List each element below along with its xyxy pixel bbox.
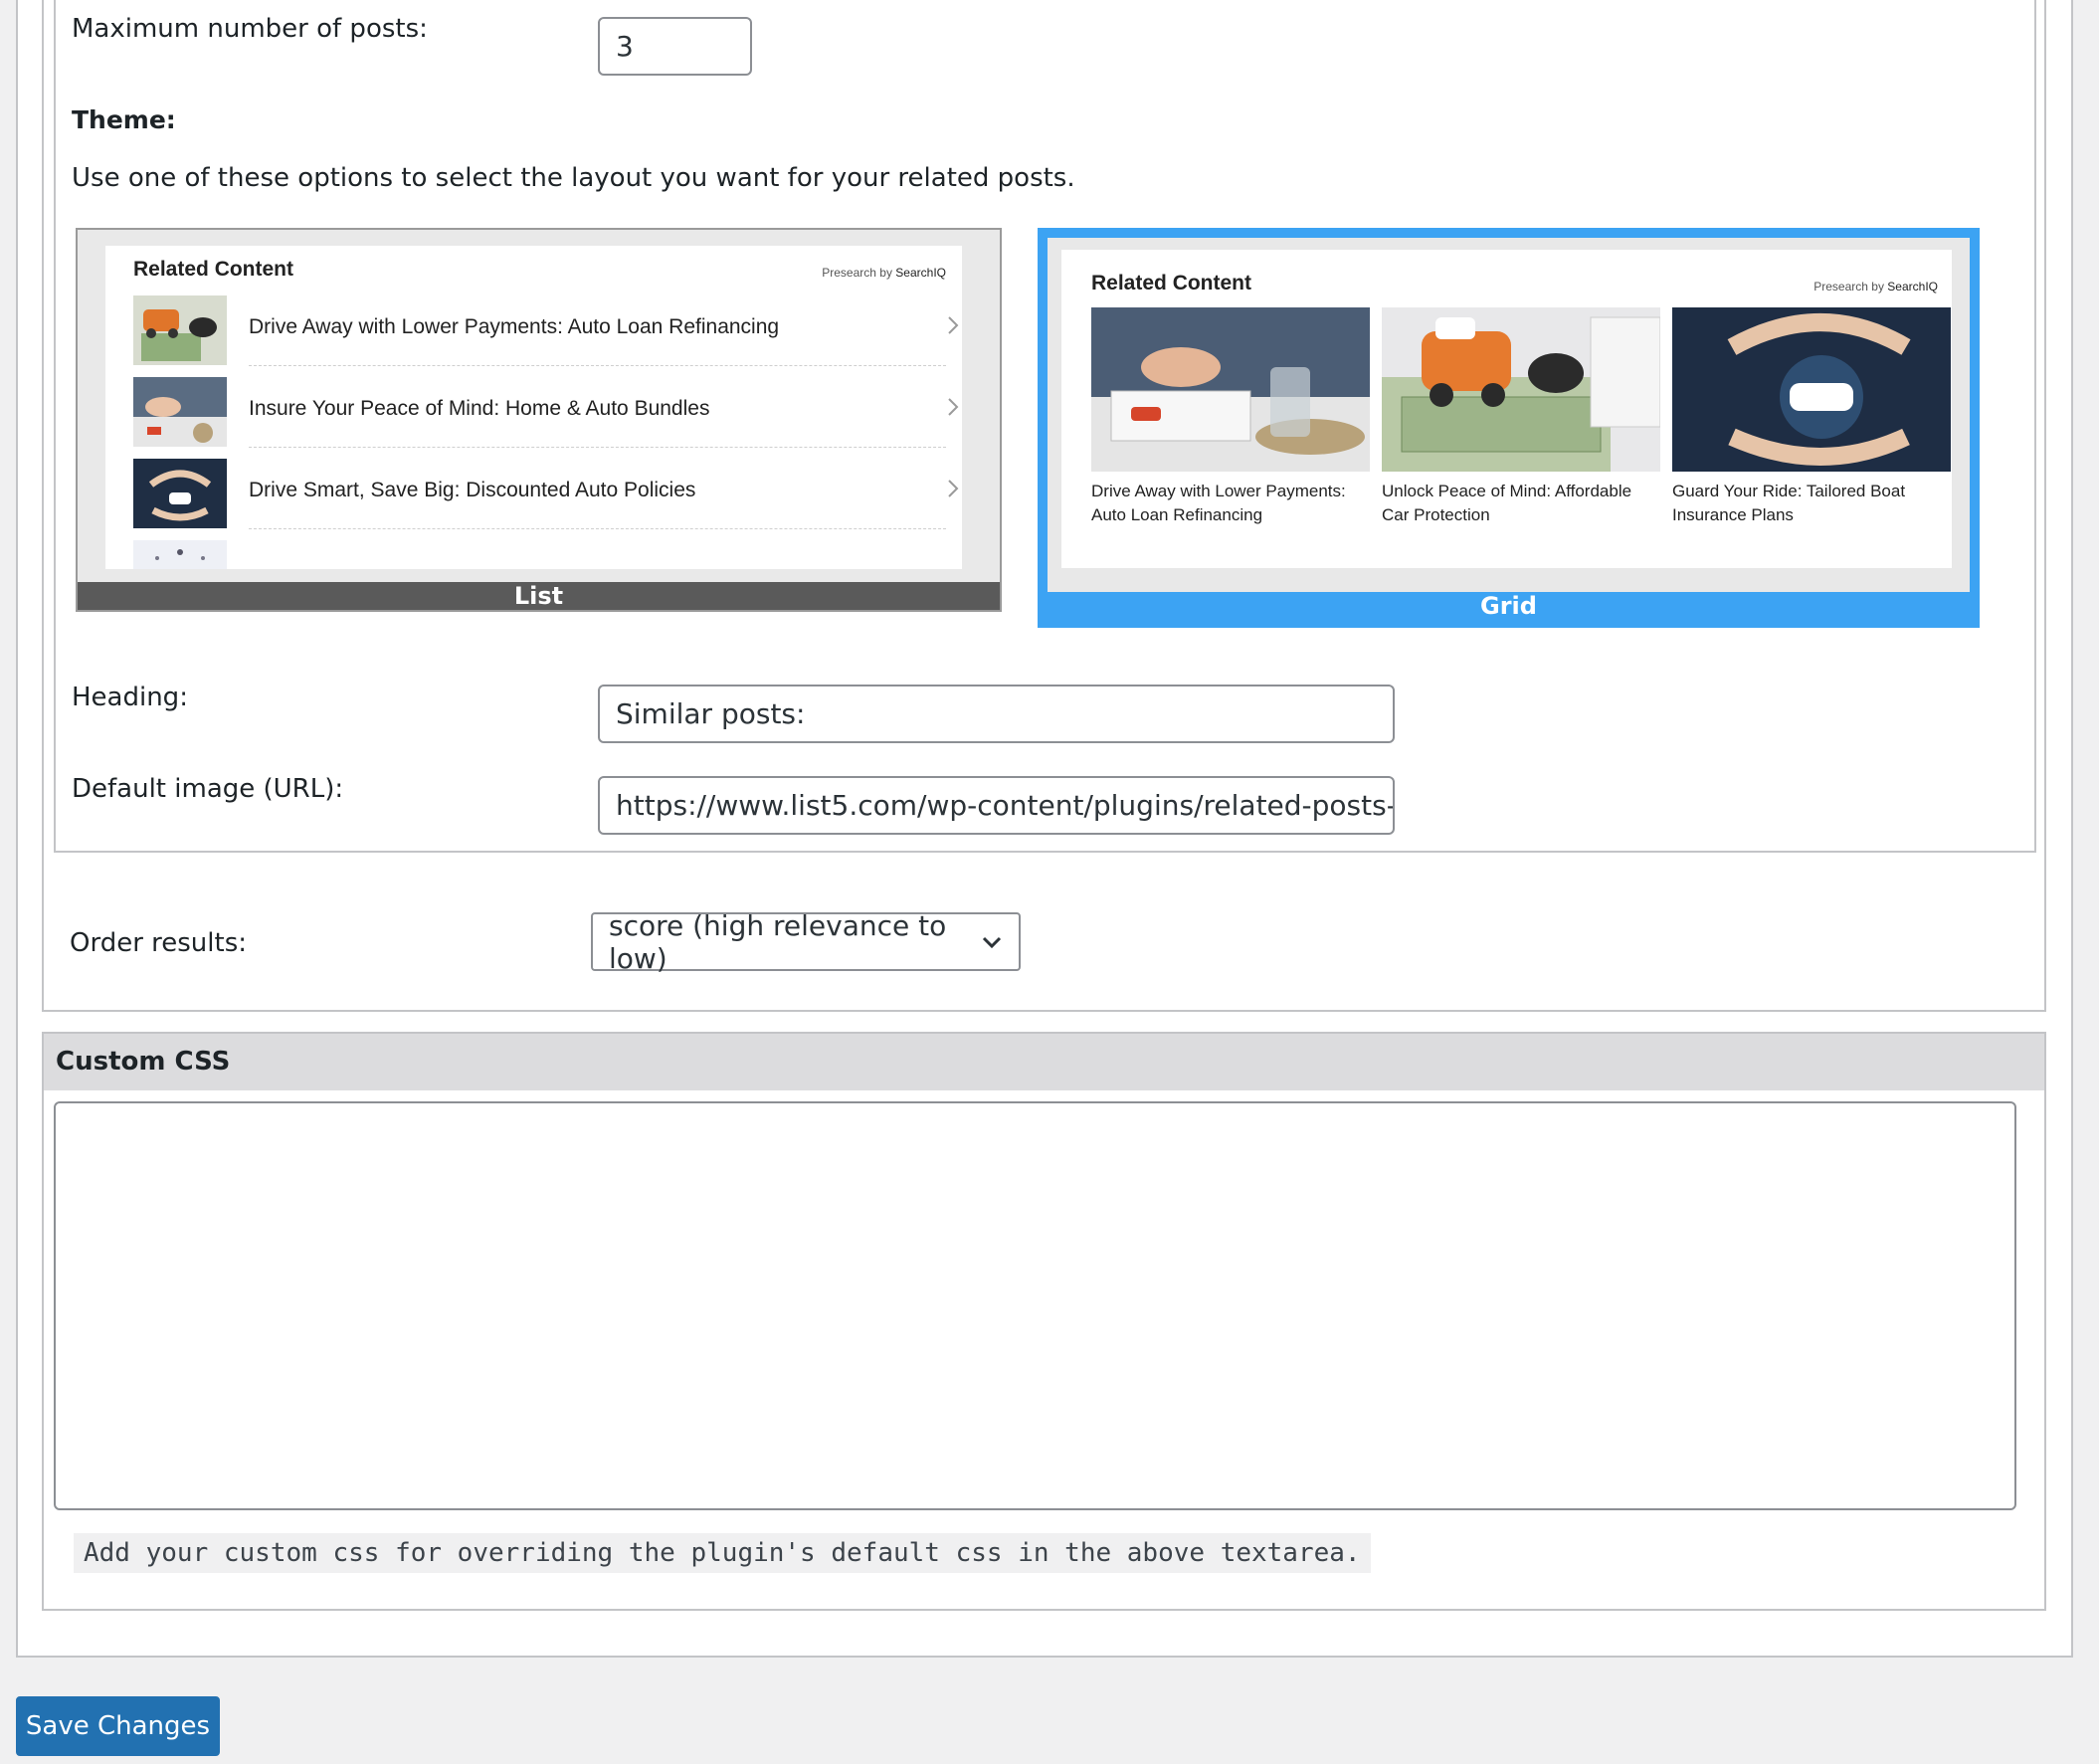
grid-item-title: Drive Away with Lower Payments: Auto Loa… <box>1091 482 1346 524</box>
order-results-select[interactable]: score (high relevance to low) <box>591 909 1021 975</box>
save-changes-button[interactable]: Save Changes <box>16 1696 220 1756</box>
grid-preview-title: Related Content <box>1091 272 1252 294</box>
max-posts-label: Maximum number of posts: <box>72 14 428 44</box>
list-item: Insure Your Peace of Mind: Home & Auto B… <box>105 377 962 459</box>
chevron-right-icon <box>948 316 959 334</box>
car-protection-thumbnail <box>1672 307 1951 472</box>
list-item-title: Drive Smart, Save Big: Discounted Auto P… <box>249 479 696 501</box>
custom-css-textarea[interactable] <box>54 1101 2016 1510</box>
heading-label: Heading: <box>72 683 188 712</box>
theme-description: Use one of these options to select the l… <box>72 163 1075 193</box>
grid-item: Drive Away with Lower Payments: Auto Loa… <box>1091 307 1370 527</box>
custom-css-note: Add your custom css for overriding the p… <box>74 1533 1371 1573</box>
list-item: Drive Smart, Save Big: Discounted Auto P… <box>105 459 962 540</box>
theme-heading: Theme: <box>72 105 176 134</box>
hand-coins-thumbnail <box>133 377 227 447</box>
list-preview-title: Related Content <box>133 258 294 281</box>
theme-grid-caption: Grid <box>1480 592 1537 620</box>
chevron-down-icon <box>982 936 1002 949</box>
grid-item-title: Guard Your Ride: Tailored Boat Insurance… <box>1672 482 1906 524</box>
list-preview-panel: Related Content Presearch by SearchIQ Dr… <box>105 246 962 569</box>
theme-option-grid[interactable]: Related Content Presearch by SearchIQ Dr… <box>1038 228 1980 628</box>
grid-item: Guard Your Ride: Tailored Boat Insurance… <box>1672 307 1951 527</box>
heading-input[interactable]: Similar posts: <box>598 685 1395 743</box>
custom-css-header: Custom CSS <box>44 1034 2044 1090</box>
car-protection-thumbnail <box>133 459 227 528</box>
order-results-label: Order results: <box>70 928 248 958</box>
max-posts-input[interactable]: 3 <box>598 17 752 76</box>
chevron-right-icon <box>948 480 959 497</box>
car-money-thumbnail <box>133 295 227 365</box>
grid-item: Unlock Peace of Mind: Affordable Car Pro… <box>1382 307 1660 527</box>
default-image-input[interactable]: https://www.list5.com/wp-content/plugins… <box>598 776 1395 835</box>
custom-css-section: Custom CSS Add your custom css for overr… <box>42 1032 2046 1611</box>
order-results-value: score (high relevance to low) <box>609 908 947 975</box>
list-preview-brand: Presearch by SearchIQ <box>822 266 946 280</box>
car-money-thumbnail <box>1382 307 1660 472</box>
theme-list-caption: List <box>78 582 1000 610</box>
chevron-right-icon <box>948 398 959 416</box>
partial-thumbnail <box>133 540 227 569</box>
theme-option-list[interactable]: Related Content Presearch by SearchIQ Dr… <box>76 228 1002 612</box>
list-item-title: Insure Your Peace of Mind: Home & Auto B… <box>249 397 710 420</box>
grid-preview-panel: Related Content Presearch by SearchIQ Dr… <box>1061 250 1952 568</box>
list-item-title: Drive Away with Lower Payments: Auto Loa… <box>249 315 780 338</box>
list-item: Drive Away with Lower Payments: Auto Loa… <box>105 295 962 377</box>
hand-coins-thumbnail <box>1091 307 1370 472</box>
default-image-label: Default image (URL): <box>72 774 344 804</box>
grid-preview-brand: Presearch by SearchIQ <box>1813 280 1938 294</box>
grid-item-title: Unlock Peace of Mind: Affordable Car Pro… <box>1382 482 1632 524</box>
